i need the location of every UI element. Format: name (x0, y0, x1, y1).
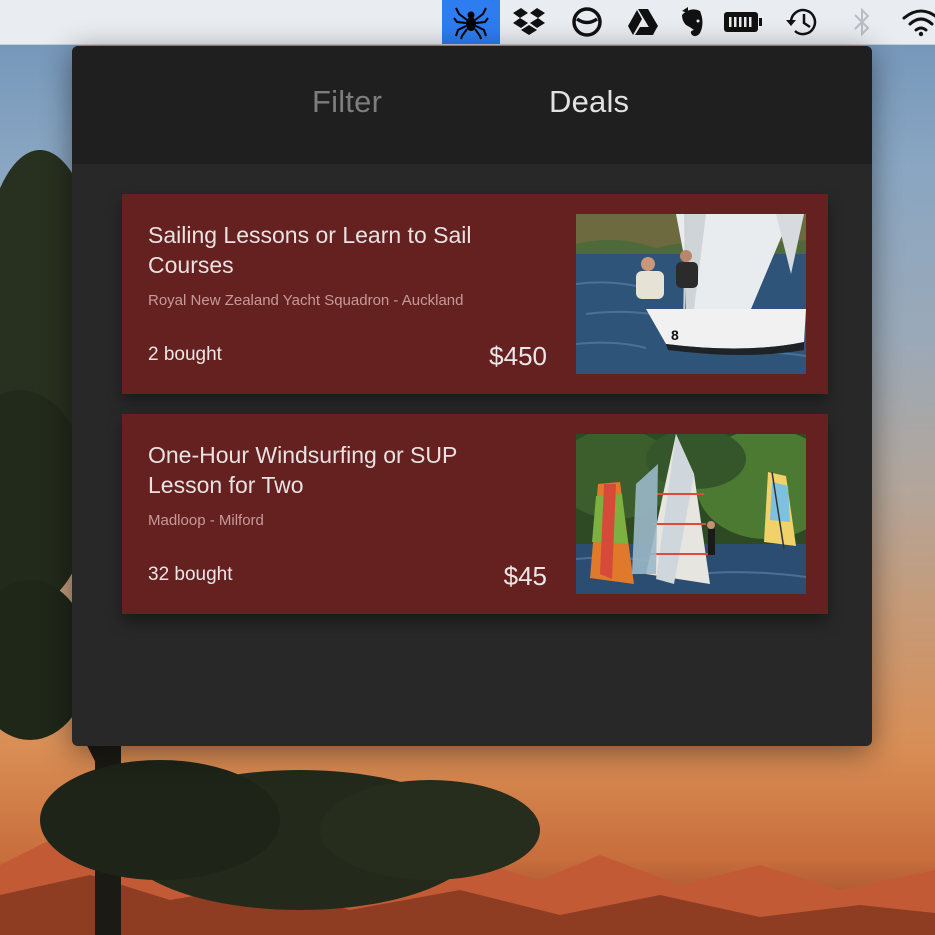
circle-slash-icon[interactable] (558, 0, 616, 44)
deal-price: $45 (503, 561, 547, 591)
deal-title: One-Hour Windsurfing or SUP Lesson for T… (148, 442, 457, 498)
dropbox-icon[interactable] (500, 0, 558, 44)
deal-bought-count: 2 bought (148, 344, 222, 365)
svg-text:8: 8 (671, 327, 679, 343)
time-machine-icon[interactable] (773, 0, 831, 44)
windsurfing-photo[interactable] (576, 434, 806, 594)
tab-filter[interactable]: Filter (312, 84, 382, 120)
deal-price: $450 (489, 341, 547, 371)
wifi-icon[interactable] (892, 0, 935, 44)
sailing-photo[interactable]: 8 (576, 214, 806, 374)
deal-card[interactable]: Sailing Lessons or Learn to Sail Courses… (122, 194, 828, 394)
deal-title: Sailing Lessons or Learn to Sail Courses (148, 222, 472, 278)
deals-popover: Filter Deals Sailing Lessons or Learn to… (72, 46, 872, 746)
deal-merchant: Royal New Zealand Yacht Squadron - Auckl… (148, 292, 464, 309)
evernote-icon[interactable] (662, 0, 720, 44)
menu-bar (0, 0, 935, 45)
popover-header: Filter Deals (72, 46, 872, 164)
spider-icon[interactable] (442, 0, 500, 44)
bluetooth-icon[interactable] (833, 0, 891, 44)
deal-merchant: Madloop - Milford (148, 512, 264, 529)
battery-icon[interactable] (714, 0, 772, 44)
deal-card[interactable]: One-Hour Windsurfing or SUP Lesson for T… (122, 414, 828, 614)
tab-deals[interactable]: Deals (549, 84, 629, 120)
deal-bought-count: 32 bought (148, 564, 233, 585)
